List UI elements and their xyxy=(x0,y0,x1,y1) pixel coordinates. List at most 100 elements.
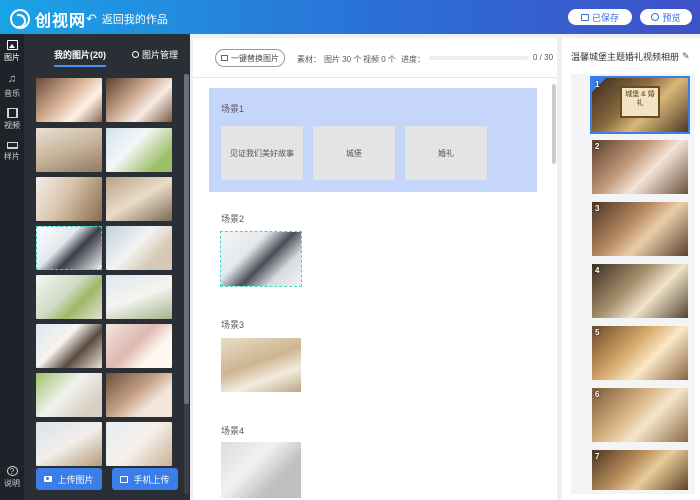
saved-label: 已保存 xyxy=(591,12,619,23)
editor-toolbar: 一键替换图片 素材： 图片 30 个 视频 0 个 进度： 0 / 30 xyxy=(193,38,557,78)
scene-4[interactable]: 场景4 xyxy=(209,410,537,500)
photo-thumb[interactable] xyxy=(106,324,172,368)
scene-title: 场景2 xyxy=(221,214,245,224)
camera-icon xyxy=(44,476,53,482)
frame-number: 6 xyxy=(595,390,600,399)
mobile-upload-button[interactable]: 手机上传 xyxy=(112,468,178,490)
upload-label: 上传图片 xyxy=(57,474,94,485)
text-slot[interactable]: 城堡 xyxy=(313,126,395,180)
album-frame-3[interactable]: 3 xyxy=(592,202,688,256)
videos-count: 视频 0 个 xyxy=(363,55,396,64)
scene-image[interactable] xyxy=(221,442,301,498)
nav-label: 视频 xyxy=(4,121,20,130)
nav-item-music[interactable]: ♫ 音乐 xyxy=(0,70,24,106)
mobile-upload-label: 手机上传 xyxy=(133,474,170,485)
edit-pencil-icon[interactable]: ✎ xyxy=(682,51,690,62)
replace-icon xyxy=(221,55,228,61)
scene-3[interactable]: 场景3 xyxy=(209,304,537,404)
my-photos-tab[interactable]: 我的图片(20) xyxy=(54,48,107,67)
album-panel: 温馨城堡主题婚礼视频相册 ✎ 1 城堡 & 婚礼 2 3 4 5 6 7 xyxy=(562,38,700,500)
logo-text: 创视网 xyxy=(35,13,87,30)
back-label: 返回我的作品 xyxy=(101,14,168,26)
scene-image[interactable] xyxy=(220,231,302,287)
text-slot[interactable]: 见证我们美好故事 xyxy=(221,126,303,180)
frame-number: 2 xyxy=(595,142,600,151)
album-frame-5[interactable]: 5 xyxy=(592,326,688,380)
upload-photo-button[interactable]: 上传图片 xyxy=(36,468,102,490)
photo-manage-label: 图片管理 xyxy=(142,50,179,60)
replace-all-button[interactable]: 一键替换图片 xyxy=(215,49,285,67)
photo-thumb-selected[interactable] xyxy=(36,226,102,270)
logo-icon xyxy=(10,9,30,29)
nav-label: 样片 xyxy=(4,152,20,161)
photo-manage-button[interactable]: 图片管理 xyxy=(132,48,178,61)
phone-icon xyxy=(120,475,129,483)
nav-label: 图片 xyxy=(4,53,20,62)
photo-thumb[interactable] xyxy=(36,422,102,466)
save-icon xyxy=(580,13,589,21)
progress-bar xyxy=(429,56,529,60)
album-frame-7[interactable]: 7 xyxy=(592,450,688,490)
scene-title: 场景3 xyxy=(221,320,245,330)
wedding-sign: 城堡 & 婚礼 xyxy=(620,86,660,118)
sign-text: 城堡 & 婚礼 xyxy=(625,91,655,107)
scene-title: 场景1 xyxy=(221,104,245,114)
photo-thumb[interactable] xyxy=(106,275,172,319)
images-count: 图片 30 个 xyxy=(324,55,362,64)
photo-thumb[interactable] xyxy=(106,128,172,172)
gear-icon xyxy=(132,51,139,58)
scene-editor: 一键替换图片 素材： 图片 30 个 视频 0 个 进度： 0 / 30 场景1… xyxy=(193,38,557,500)
video-icon xyxy=(6,108,18,118)
sample-icon xyxy=(6,142,18,149)
replace-label: 一键替换图片 xyxy=(231,53,279,63)
album-frame-1[interactable]: 1 城堡 & 婚礼 xyxy=(590,76,690,134)
nav-item-images[interactable]: 图片 xyxy=(0,36,24,72)
photo-thumb[interactable] xyxy=(36,275,102,319)
nav-item-help[interactable]: ? 说明 xyxy=(0,462,24,498)
album-frame-2[interactable]: 2 xyxy=(592,140,688,194)
photo-thumb[interactable] xyxy=(36,324,102,368)
frame-number: 5 xyxy=(595,328,600,337)
album-frame-4[interactable]: 4 xyxy=(592,264,688,318)
scene-2[interactable]: 场景2 xyxy=(209,198,537,298)
preview-label: 预览 xyxy=(662,12,681,23)
scene-image[interactable] xyxy=(221,338,301,392)
text-slot[interactable]: 婚礼 xyxy=(405,126,487,180)
top-bar: 创视网 ↶ 返回我的作品 已保存 预览 xyxy=(0,0,700,34)
music-icon: ♫ xyxy=(7,73,17,85)
photo-thumb[interactable] xyxy=(36,128,102,172)
nav-item-video[interactable]: 视频 xyxy=(0,104,24,140)
photo-thumb[interactable] xyxy=(106,422,172,466)
editor-scrollbar[interactable] xyxy=(552,84,556,164)
photo-thumb[interactable] xyxy=(106,177,172,221)
back-arrow-icon: ↶ xyxy=(86,11,97,26)
nav-label: 音乐 xyxy=(4,89,20,98)
preview-button[interactable]: 预览 xyxy=(640,9,692,25)
photo-thumb[interactable] xyxy=(36,78,102,122)
photo-thumb[interactable] xyxy=(106,78,172,122)
saved-button[interactable]: 已保存 xyxy=(568,9,632,25)
nav-label: 说明 xyxy=(4,479,20,488)
logo[interactable]: 创视网 xyxy=(10,7,86,31)
preview-icon xyxy=(651,13,660,21)
photo-thumb[interactable] xyxy=(36,177,102,221)
album-frame-list: 1 城堡 & 婚礼 2 3 4 5 6 7 xyxy=(571,74,695,494)
album-title-text: 温馨城堡主题婚礼视频相册 xyxy=(571,52,680,62)
photo-thumb[interactable] xyxy=(36,373,102,417)
photo-thumb[interactable] xyxy=(106,373,172,417)
photo-thumb[interactable] xyxy=(106,226,172,270)
left-nav: 图片 ♫ 音乐 视频 样片 ? 说明 xyxy=(0,34,24,500)
scene-1[interactable]: 场景1 见证我们美好故事 城堡 婚礼 xyxy=(209,88,537,192)
frame-number: 4 xyxy=(595,266,600,275)
album-frame-6[interactable]: 6 xyxy=(592,388,688,442)
progress-value: 0 / 30 xyxy=(533,53,554,62)
photo-panel-header: 我的图片(20) 图片管理 xyxy=(24,34,190,72)
frame-number: 1 xyxy=(595,80,600,89)
frame-number: 3 xyxy=(595,204,600,213)
nav-item-sample[interactable]: 样片 xyxy=(0,138,24,174)
photo-panel: 我的图片(20) 图片管理 上传图片 手机上传 xyxy=(24,34,190,500)
back-to-works-link[interactable]: ↶ 返回我的作品 xyxy=(86,11,168,27)
frame-number: 7 xyxy=(595,452,600,461)
help-icon: ? xyxy=(6,466,18,476)
photo-scrollbar-thumb[interactable] xyxy=(184,74,189,404)
